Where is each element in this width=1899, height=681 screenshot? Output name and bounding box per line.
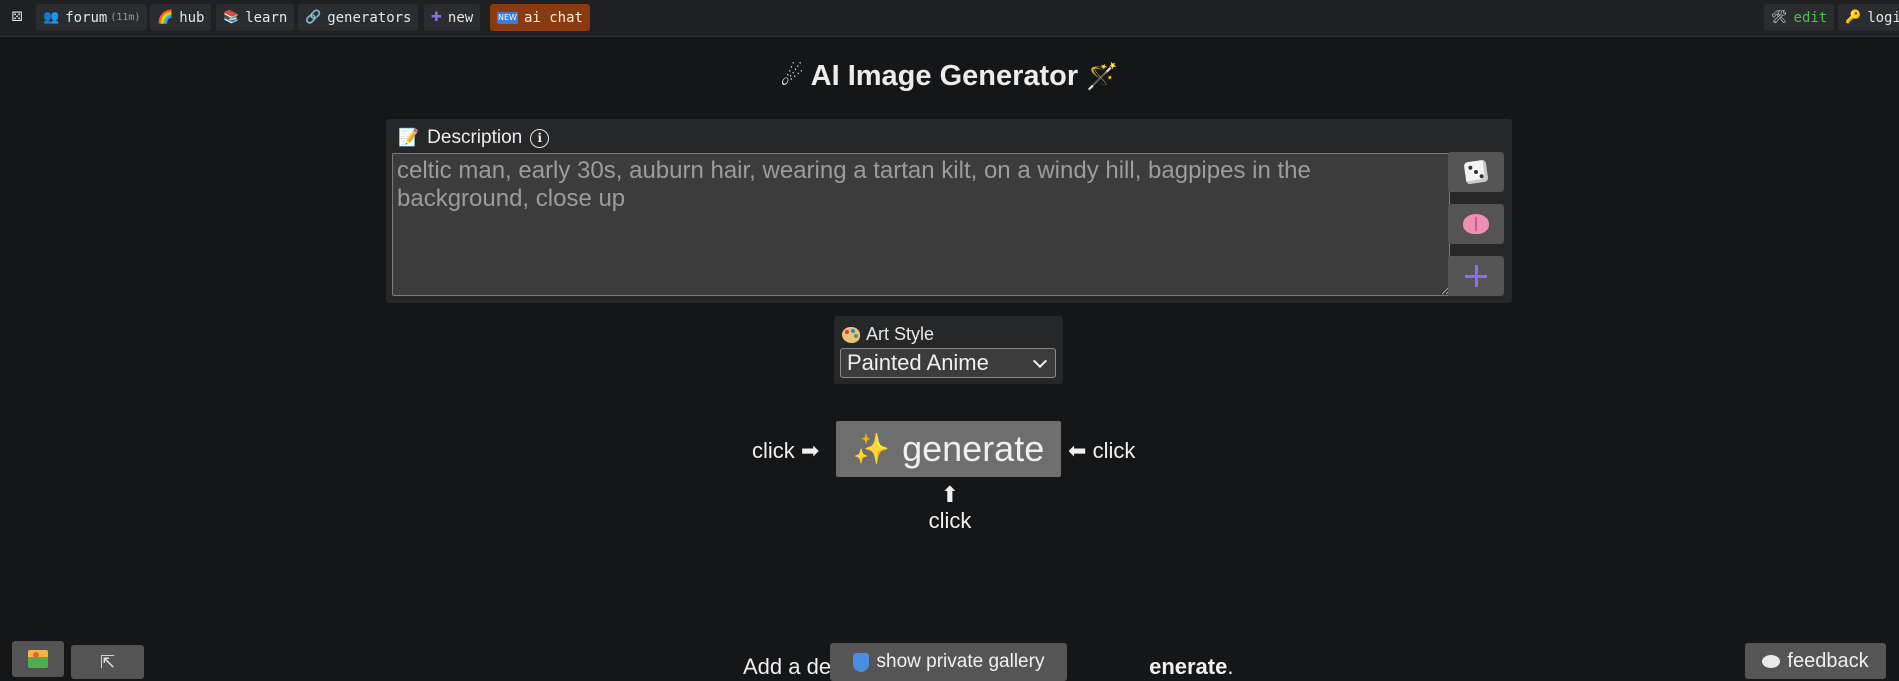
nav-generators-button[interactable]: 🔗 generators — [298, 4, 419, 31]
edit-label: edit — [1793, 9, 1828, 26]
top-navigation-bar: ⚄ 👥 forum (11m) 🌈 hub 📚 learn 🔗 generato… — [0, 0, 1899, 37]
arrow-left-icon: ⬅ — [1068, 439, 1087, 464]
nav-new-label: new — [447, 9, 474, 26]
description-input[interactable] — [392, 153, 1450, 296]
click-hint-right: ⬅ click — [1068, 438, 1135, 464]
info-icon[interactable]: i — [530, 128, 550, 148]
sparkles-icon: ✨ — [852, 432, 891, 466]
expand-arrow-icon: ⇱ — [99, 651, 116, 672]
random-description-button[interactable] — [1448, 152, 1504, 192]
click-hint-below-text: click — [928, 508, 972, 533]
rainbow-icon: 🌈 — [157, 10, 174, 25]
dice-icon — [1463, 159, 1489, 185]
add-description-button[interactable] — [1448, 256, 1504, 296]
gallery-button[interactable] — [12, 641, 64, 677]
click-hint-right-text: click — [1092, 438, 1136, 463]
login-button[interactable]: 🔑 logi — [1838, 4, 1899, 31]
art-style-label: Art Style — [866, 324, 935, 344]
shield-icon — [852, 652, 869, 672]
click-hint-left: click ➡ — [752, 438, 819, 464]
nav-learn-button[interactable]: 📚 learn — [216, 4, 295, 31]
palette-icon — [842, 326, 860, 343]
generate-button[interactable]: ✨ generate — [836, 421, 1061, 477]
feedback-label: feedback — [1787, 649, 1869, 672]
new-badge-icon: NEW — [497, 11, 518, 24]
nav-forum-button[interactable]: 👥 forum (11m) — [36, 4, 148, 31]
people-icon: 👥 — [43, 10, 60, 25]
arrow-up-icon: ⬆ — [940, 483, 960, 508]
art-style-select[interactable]: Painted Anime — [840, 348, 1056, 378]
page-title-text: AI Image Generator — [810, 60, 1079, 92]
brain-icon — [1463, 214, 1489, 234]
nav-new-button[interactable]: ✚ new — [424, 4, 481, 31]
expand-button[interactable]: ⇱ — [71, 645, 144, 679]
tools-icon: 🛠 — [1771, 10, 1788, 25]
show-private-gallery-button[interactable]: show private gallery — [830, 643, 1067, 681]
private-gallery-label: show private gallery — [876, 651, 1045, 672]
art-style-panel: Art Style Painted Anime — [834, 316, 1063, 384]
edit-button[interactable]: 🛠 edit — [1764, 4, 1835, 31]
link-icon: 🔗 — [305, 10, 322, 25]
home-dice-button[interactable]: ⚄ — [2, 4, 32, 31]
nav-hub-label: hub — [179, 9, 205, 26]
page-title: ☄ AI Image Generator 🪄 — [0, 60, 1899, 93]
books-icon: 📚 — [223, 10, 240, 25]
plus-icon: ✚ — [431, 10, 442, 25]
description-label: Description — [427, 127, 523, 148]
nav-ai-chat-label: ai chat — [523, 9, 583, 26]
art-style-selected: Painted Anime — [847, 350, 989, 375]
click-hint-below: ⬆ click — [926, 483, 974, 534]
click-hint-left-text: click — [752, 438, 795, 463]
nav-learn-label: learn — [245, 9, 288, 26]
login-label: logi — [1867, 9, 1899, 26]
description-label-row: 📝 Description i — [398, 127, 550, 149]
picture-icon — [28, 650, 48, 668]
comet-icon: ☄ — [780, 62, 804, 92]
bottom-text-bold: enerate — [1149, 654, 1228, 679]
dice-icon: ⚄ — [11, 10, 23, 25]
magic-wand-icon: 🪄 — [1086, 62, 1119, 92]
description-panel: 📝 Description i — [386, 119, 1512, 303]
chevron-down-icon — [1032, 353, 1048, 368]
memo-icon: 📝 — [398, 127, 420, 148]
arrow-right-icon: ➡ — [800, 439, 820, 464]
art-style-label-row: Art Style — [842, 324, 934, 345]
plus-icon — [1465, 265, 1487, 287]
nav-hub-button[interactable]: 🌈 hub — [150, 4, 212, 31]
speech-bubble-icon — [1762, 654, 1781, 668]
nav-generators-label: generators — [327, 9, 412, 26]
nav-forum-time: (11m) — [110, 12, 141, 23]
bottom-text-end: . — [1227, 654, 1234, 679]
feedback-button[interactable]: feedback — [1745, 643, 1886, 679]
generate-label: generate — [902, 428, 1045, 469]
key-icon: 🔑 — [1845, 10, 1862, 25]
brain-button[interactable] — [1448, 204, 1504, 244]
nav-ai-chat-button[interactable]: NEW ai chat — [490, 4, 590, 31]
bottom-text-start: Add a de — [743, 654, 832, 679]
nav-forum-label: forum — [65, 9, 108, 26]
